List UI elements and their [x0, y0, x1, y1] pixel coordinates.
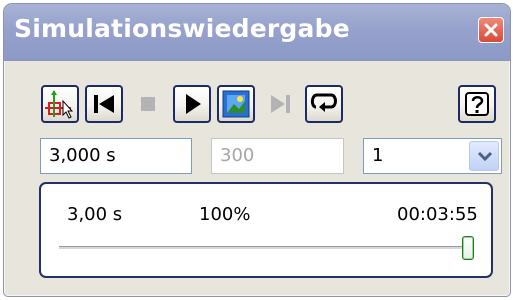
window-title: Simulationswiedergabe: [14, 14, 350, 43]
skip-to-start-icon: [94, 95, 114, 113]
play-icon: [186, 94, 201, 114]
playback-slider-track[interactable]: [59, 246, 467, 250]
simulation-playback-window: Simulationswiedergabe 3,000 s 300 1 3,00…: [3, 3, 511, 297]
skip-to-end-icon: [271, 95, 290, 113]
playback-slider-thumb[interactable]: [462, 236, 474, 260]
end-time-field[interactable]: 3,000 s: [40, 138, 192, 174]
help-button[interactable]: [458, 85, 496, 123]
screen-capture-icon: [222, 90, 250, 118]
playback-status-panel: 3,00 s 100% 00:03:55: [39, 182, 493, 278]
title-bar[interactable]: Simulationswiedergabe: [4, 4, 510, 61]
speed-value: 1: [372, 145, 384, 166]
stop-button[interactable]: [129, 85, 167, 123]
loop-icon: [310, 93, 337, 112]
close-button[interactable]: [478, 17, 504, 43]
elapsed-time: 00:03:55: [397, 204, 478, 225]
close-icon: [484, 23, 498, 37]
chevron-down-icon: [477, 151, 493, 162]
stop-icon: [141, 97, 155, 111]
loop-button[interactable]: [305, 85, 343, 123]
steps-field[interactable]: 300: [211, 138, 344, 174]
skip-to-end-button[interactable]: [261, 85, 299, 123]
record-animation-button[interactable]: [217, 85, 255, 123]
play-button[interactable]: [173, 85, 211, 123]
construct-mode-button[interactable]: [41, 85, 79, 123]
speed-dropdown[interactable]: 1: [363, 138, 502, 174]
construct-icon: [45, 90, 74, 119]
skip-to-start-button[interactable]: [85, 85, 123, 123]
speed-dropdown-button[interactable]: [469, 141, 499, 171]
help-icon: [465, 92, 489, 116]
playback-percent: 100%: [199, 204, 251, 225]
current-time: 3,00 s: [67, 204, 123, 225]
